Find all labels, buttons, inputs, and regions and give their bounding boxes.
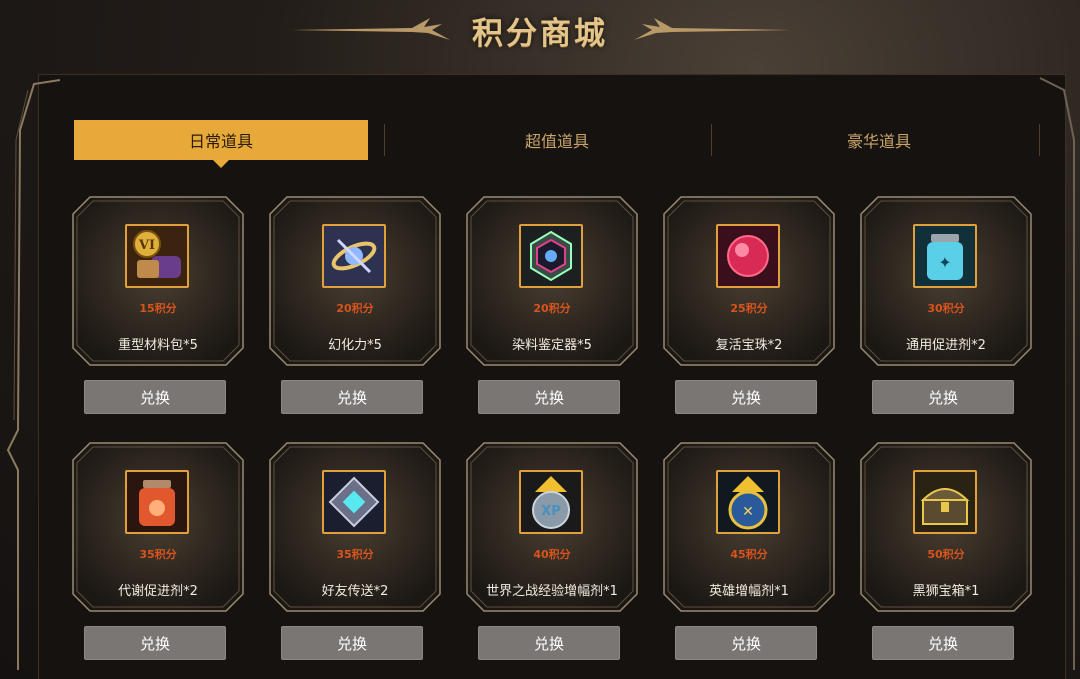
shop-item: ✕ 45积分 英雄增幅剂*1 兑换 bbox=[663, 442, 835, 660]
page-title: 积分商城 bbox=[472, 16, 608, 52]
item-name: 好友传送*2 bbox=[321, 584, 389, 599]
redeem-button[interactable]: 兑换 bbox=[478, 626, 620, 660]
redeem-button[interactable]: 兑换 bbox=[675, 380, 817, 414]
item-price: 25积分 bbox=[730, 302, 768, 315]
shop-item: VI 15积分 重型材料包*5 兑换 bbox=[72, 196, 244, 414]
redeem-button-label: 兑换 bbox=[927, 634, 958, 653]
shop-item: XP 40积分 世界之战经验增幅剂*1 兑换 bbox=[466, 442, 638, 660]
item-price: 40积分 bbox=[533, 548, 571, 561]
shop-item: 50积分 黑狮宝箱*1 兑换 bbox=[860, 442, 1032, 660]
material-pack-icon[interactable]: VI bbox=[125, 224, 189, 288]
redeem-button[interactable]: 兑换 bbox=[84, 626, 226, 660]
tab-daily-items[interactable]: 日常道具 bbox=[74, 120, 368, 168]
item-name: 染料鉴定器*5 bbox=[512, 338, 592, 353]
hero-boost-icon[interactable]: ✕ bbox=[716, 470, 780, 534]
redeem-button-label: 兑换 bbox=[730, 634, 761, 653]
shop-item: ✦ 30积分 通用促进剂*2 兑换 bbox=[860, 196, 1032, 414]
metabolism-booster-jar-icon[interactable] bbox=[125, 470, 189, 534]
item-price: 20积分 bbox=[336, 302, 374, 315]
item-name: 重型材料包*5 bbox=[118, 338, 198, 353]
xp-boost-icon[interactable]: XP bbox=[519, 470, 583, 534]
item-price: 35积分 bbox=[139, 548, 177, 561]
tab-value-items[interactable]: 超值道具 bbox=[396, 120, 718, 160]
item-name: 黑狮宝箱*1 bbox=[912, 584, 980, 599]
item-price: 50积分 bbox=[927, 548, 965, 561]
svg-text:XP: XP bbox=[541, 504, 561, 519]
redeem-button[interactable]: 兑换 bbox=[281, 380, 423, 414]
page-header: 积分商城 bbox=[0, 0, 1080, 70]
shop-item: 20积分 幻化力*5 兑换 bbox=[269, 196, 441, 414]
svg-text:✕: ✕ bbox=[742, 504, 754, 520]
item-name: 幻化力*5 bbox=[328, 338, 382, 353]
redeem-button-label: 兑换 bbox=[533, 634, 564, 653]
redeem-button[interactable]: 兑换 bbox=[872, 626, 1014, 660]
redeem-button-label: 兑换 bbox=[336, 634, 367, 653]
universal-booster-jar-icon[interactable]: ✦ bbox=[913, 224, 977, 288]
item-name: 世界之战经验增幅剂*1 bbox=[486, 584, 618, 599]
redeem-button-label: 兑换 bbox=[336, 388, 367, 407]
redeem-button[interactable]: 兑换 bbox=[84, 380, 226, 414]
redeem-button-label: 兑换 bbox=[533, 388, 564, 407]
svg-text:✦: ✦ bbox=[938, 253, 951, 272]
item-price: 35积分 bbox=[336, 548, 374, 561]
redeem-button-label: 兑换 bbox=[139, 388, 170, 407]
svg-text:VI: VI bbox=[138, 238, 155, 253]
shop-item: 35积分 代谢促进剂*2 兑换 bbox=[72, 442, 244, 660]
redeem-button[interactable]: 兑换 bbox=[478, 380, 620, 414]
item-price: 20积分 bbox=[533, 302, 571, 315]
tab-label: 豪华道具 bbox=[846, 132, 911, 151]
friend-teleport-icon[interactable] bbox=[322, 470, 386, 534]
shop-item: 35积分 好友传送*2 兑换 bbox=[269, 442, 441, 660]
item-name: 英雄增幅剂*1 bbox=[709, 584, 789, 599]
revive-orb-icon[interactable] bbox=[716, 224, 780, 288]
item-price: 45积分 bbox=[730, 548, 768, 561]
category-tabs: 日常道具 超值道具 豪华道具 bbox=[74, 120, 1040, 168]
item-price: 30积分 bbox=[927, 302, 965, 315]
tab-label: 超值道具 bbox=[524, 132, 589, 151]
right-wing-ornament bbox=[634, 18, 792, 40]
dye-identifier-icon[interactable] bbox=[519, 224, 583, 288]
black-lion-chest-icon[interactable] bbox=[913, 470, 977, 534]
redeem-button-label: 兑换 bbox=[927, 388, 958, 407]
shop-item: 25积分 复活宝珠*2 兑换 bbox=[663, 196, 835, 414]
redeem-button[interactable]: 兑换 bbox=[675, 626, 817, 660]
shop-item: 20积分 染料鉴定器*5 兑换 bbox=[466, 196, 638, 414]
redeem-button[interactable]: 兑换 bbox=[281, 626, 423, 660]
item-price: 15积分 bbox=[139, 302, 177, 315]
transmog-power-icon[interactable] bbox=[322, 224, 386, 288]
tab-divider bbox=[711, 124, 712, 156]
item-name: 通用促进剂*2 bbox=[906, 338, 986, 353]
redeem-button-label: 兑换 bbox=[730, 388, 761, 407]
tab-label: 日常道具 bbox=[188, 132, 253, 151]
redeem-button[interactable]: 兑换 bbox=[872, 380, 1014, 414]
tab-divider bbox=[1039, 124, 1040, 156]
item-name: 复活宝珠*2 bbox=[715, 338, 783, 353]
redeem-button-label: 兑换 bbox=[139, 634, 170, 653]
item-name: 代谢促进剂*2 bbox=[118, 584, 198, 599]
tab-divider bbox=[384, 124, 385, 156]
tab-luxury-items[interactable]: 豪华道具 bbox=[718, 120, 1040, 160]
